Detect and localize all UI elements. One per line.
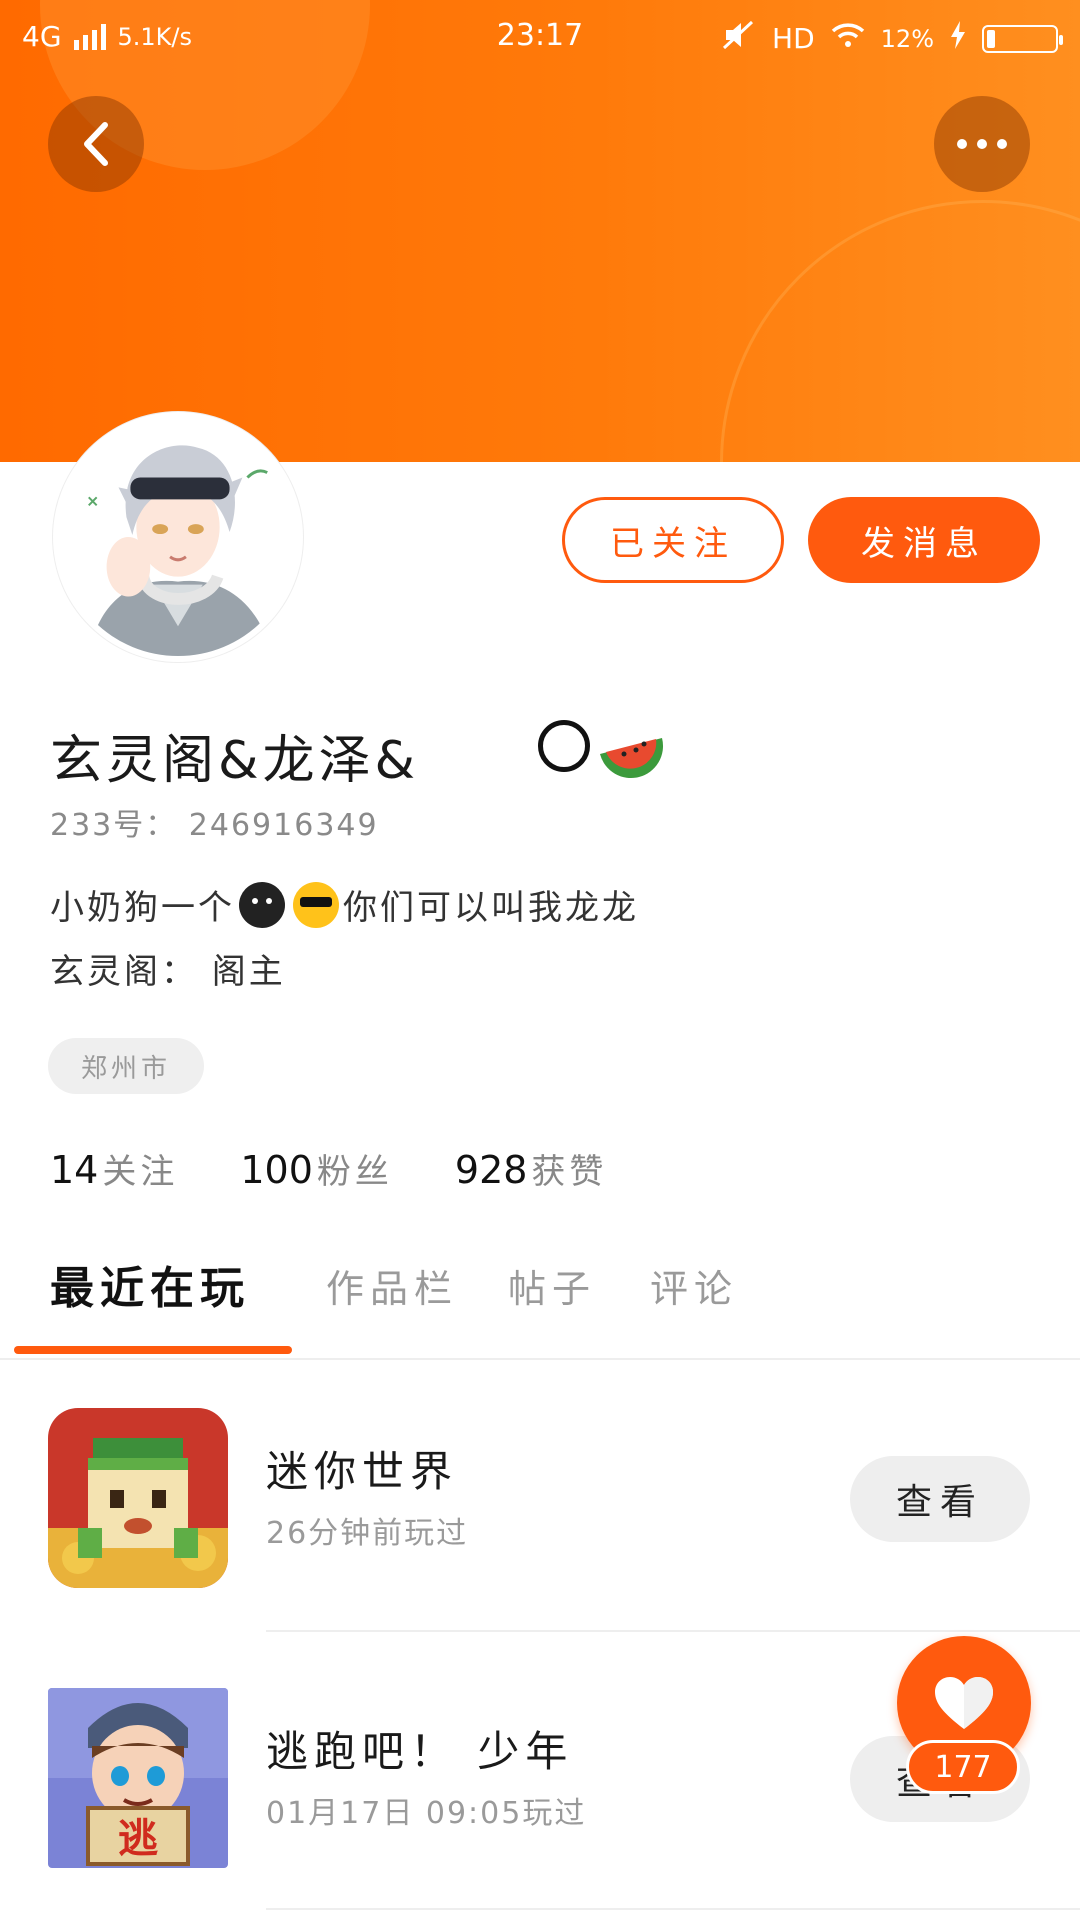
stat-number: 100 [240,1148,313,1192]
active-tab-indicator [14,1346,292,1354]
stat-label: 粉丝 [316,1152,393,1192]
game-name: 迷你世界 [266,1447,459,1496]
bio-line-2: 玄灵阁： 阁主 [50,952,286,992]
dark-face-emoji-icon [239,881,285,928]
bio-text-2: 你们可以叫我龙龙 [343,888,639,928]
last-played-time: 01月17日 09:05玩过 [266,1796,587,1831]
tab-works[interactable]: 作品栏 [326,1258,458,1313]
like-count-badge: 177 [906,1740,1020,1794]
header-decoration-ring [720,200,1080,462]
hd-label: HD [772,22,815,55]
bio-text: 小奶狗一个 [50,888,235,928]
chevron-left-icon [84,122,108,166]
battery-percent: 12% [880,24,934,53]
username: 玄灵阁&龙泽& [50,731,420,791]
profile-stats: 14 关注 100 粉丝 928 获赞 [50,1144,607,1193]
avatar[interactable] [53,412,303,662]
mute-icon [722,20,756,57]
mini-world-game-icon [48,1408,228,1588]
more-dots-icon [957,139,1007,149]
heart-icon [935,1677,993,1729]
stat-likes[interactable]: 928 获赞 [455,1144,608,1193]
more-options-button[interactable] [934,96,1030,192]
wifi-icon [831,22,865,55]
stat-fans[interactable]: 100 粉丝 [240,1144,393,1193]
tab-recently-played[interactable]: 最近在玩 [50,1252,250,1316]
profile-tabs: 最近在玩 作品栏 帖子 评论 [0,1258,1080,1358]
circle-emoji-icon [538,720,590,772]
bio-line-1: 小奶狗一个 你们可以叫我龙龙 [50,880,639,929]
tab-posts[interactable]: 帖子 [508,1258,596,1313]
back-button[interactable] [48,96,144,192]
following-button[interactable]: 已关注 [562,497,784,583]
watermelon-icon [600,738,664,779]
divider [0,1358,1080,1360]
stat-label: 获赞 [531,1152,608,1192]
divider [266,1908,1080,1910]
svg-text:逃: 逃 [118,1816,158,1862]
last-played-time: 26分钟前玩过 [266,1516,469,1551]
list-item[interactable]: 迷你世界 26分钟前玩过 查看 [0,1408,1080,1648]
send-message-button[interactable]: 发消息 [808,497,1040,583]
charging-icon [950,21,966,56]
escape-game-icon: 逃 [48,1688,228,1868]
view-button[interactable]: 查看 [850,1456,1030,1542]
game-name: 逃跑吧！ 少年 [266,1727,574,1776]
stat-label: 关注 [102,1152,179,1192]
divider [266,1630,1080,1632]
stat-number: 14 [50,1148,99,1192]
tab-comments[interactable]: 评论 [650,1258,738,1313]
status-bar: 4G 5.1K/s 23:17 HD 12% [0,0,1080,76]
stat-number: 928 [454,1148,528,1192]
user-id: 233号： 246916349 [50,808,379,843]
stat-following[interactable]: 14 关注 [50,1144,178,1193]
sunglasses-emoji-icon [293,881,339,928]
location-tag: 郑州市 [48,1038,204,1094]
battery-icon [982,24,1063,53]
